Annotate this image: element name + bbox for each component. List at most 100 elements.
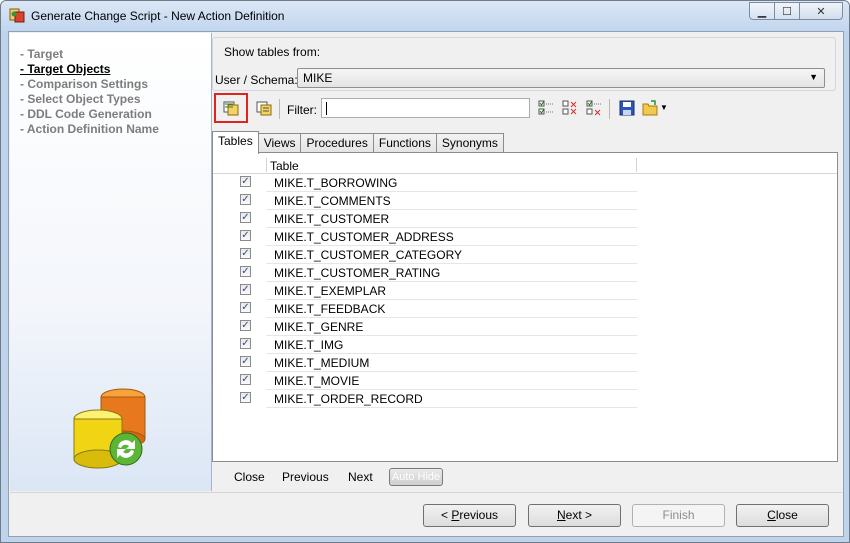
finish-button[interactable]: Finish xyxy=(632,504,725,527)
autohide-close-button[interactable]: Close xyxy=(234,470,265,484)
row-checkbox[interactable]: ✓ xyxy=(240,338,251,349)
close-button[interactable]: Close xyxy=(736,504,829,527)
previous-label: revious xyxy=(459,508,499,522)
open-folder-icon[interactable] xyxy=(642,100,658,116)
row-checkbox[interactable]: ✓ xyxy=(240,320,251,331)
database-sync-icon xyxy=(73,388,146,469)
table-name: MIKE.T_MEDIUM xyxy=(274,356,370,370)
table-row[interactable]: ✓ MIKE.T_EXEMPLAR xyxy=(213,282,637,300)
tab-procedures[interactable]: Procedures xyxy=(300,133,374,153)
table-name: MIKE.T_FEEDBACK xyxy=(274,302,386,316)
table-row[interactable]: ✓ MIKE.T_FEEDBACK xyxy=(213,300,637,318)
show-views-icon[interactable] xyxy=(256,100,272,116)
step-target[interactable]: - Target xyxy=(20,47,159,62)
tab-functions[interactable]: Functions xyxy=(372,133,437,153)
close-label: lose xyxy=(775,508,798,522)
row-checkbox[interactable]: ✓ xyxy=(240,230,251,241)
object-toolbar: Filter: ▼ xyxy=(212,91,840,123)
table-name: MIKE.T_MOVIE xyxy=(274,374,360,388)
invert-selection-icon[interactable] xyxy=(586,100,602,116)
wizard-steps: - Target - Target Objects - Comparison S… xyxy=(20,47,159,137)
step-comparison-settings[interactable]: - Comparison Settings xyxy=(20,77,159,92)
table-name: MIKE.T_CUSTOMER xyxy=(274,212,390,226)
save-icon[interactable] xyxy=(619,100,635,116)
table-row[interactable]: ✓ MIKE.T_ORDER_RECORD xyxy=(213,390,637,408)
table-row[interactable]: ✓ MIKE.T_MOVIE xyxy=(213,372,637,390)
table-row[interactable]: ✓ MIKE.T_IMG xyxy=(213,336,637,354)
step-target-objects[interactable]: - Target Objects xyxy=(20,62,159,77)
row-checkbox[interactable]: ✓ xyxy=(240,248,251,259)
table-name: MIKE.T_CUSTOMER_CATEGORY xyxy=(274,248,463,262)
show-tables-icon[interactable] xyxy=(223,100,239,116)
autohide-next-button[interactable]: Next xyxy=(348,470,373,484)
table-row[interactable]: ✓ MIKE.T_BORROWING xyxy=(213,174,637,192)
object-type-tabs: Tables Views Procedures Functions Synony… xyxy=(212,131,504,154)
tables-grid[interactable]: Table ✓ MIKE.T_BORROWING ✓ MIKE.T_COMMENTS ✓… xyxy=(212,152,838,462)
toolbar-separator xyxy=(609,99,610,119)
step-ddl-code-generation[interactable]: - DDL Code Generation xyxy=(20,107,159,122)
table-name: MIKE.T_EXEMPLAR xyxy=(274,284,387,298)
column-header-table[interactable]: Table xyxy=(270,159,299,173)
table-row[interactable]: ✓ MIKE.T_CUSTOMER xyxy=(213,210,637,228)
row-checkbox[interactable]: ✓ xyxy=(240,356,251,367)
next-button[interactable]: Next > xyxy=(528,504,621,527)
minimize-button[interactable]: ▁ xyxy=(749,2,775,20)
dialog-window: Generate Change Script - New Action Defi… xyxy=(0,0,850,543)
previous-prefix: < xyxy=(440,508,452,522)
show-tables-from-group: Show tables from: User / Schema: MIKE ▼ xyxy=(212,37,836,91)
row-checkbox[interactable]: ✓ xyxy=(240,176,251,187)
tab-tables[interactable]: Tables xyxy=(212,131,259,154)
table-name: MIKE.T_BORROWING xyxy=(274,176,398,190)
row-checkbox[interactable]: ✓ xyxy=(240,392,251,403)
filter-input[interactable] xyxy=(321,98,530,118)
window-title: Generate Change Script - New Action Defi… xyxy=(31,9,285,23)
row-checkbox[interactable]: ✓ xyxy=(240,374,251,385)
table-row[interactable]: ✓ MIKE.T_CUSTOMER_RATING xyxy=(213,264,637,282)
close-window-button[interactable]: ✕ xyxy=(799,2,843,20)
uncheck-all-icon[interactable] xyxy=(562,100,578,116)
step-select-object-types[interactable]: - Select Object Types xyxy=(20,92,159,107)
schema-label: User / Schema: xyxy=(215,73,298,87)
row-checkbox[interactable]: ✓ xyxy=(240,212,251,223)
step-action-definition-name[interactable]: - Action Definition Name xyxy=(20,122,159,137)
table-row[interactable]: ✓ MIKE.T_CUSTOMER_CATEGORY xyxy=(213,246,637,264)
table-name: MIKE.T_ORDER_RECORD xyxy=(274,392,423,406)
autohide-previous-button[interactable]: Previous xyxy=(282,470,329,484)
dialog-body: - Target - Target Objects - Comparison S… xyxy=(8,31,844,537)
next-label: ext > xyxy=(565,508,593,522)
title-bar[interactable]: Generate Change Script - New Action Defi… xyxy=(1,1,849,31)
table-row[interactable]: ✓ MIKE.T_GENRE xyxy=(213,318,637,336)
row-checkbox[interactable]: ✓ xyxy=(240,194,251,205)
maximize-button[interactable]: ☐ xyxy=(774,2,800,20)
tab-views[interactable]: Views xyxy=(257,133,302,153)
table-name: MIKE.T_GENRE xyxy=(274,320,364,334)
row-checkbox[interactable]: ✓ xyxy=(240,284,251,295)
target-objects-panel: Show tables from: User / Schema: MIKE ▼ xyxy=(212,33,842,491)
schema-value: MIKE xyxy=(303,71,333,85)
column-divider xyxy=(636,158,637,172)
wizard-button-bar: < Previous Next > Finish Close xyxy=(10,492,842,536)
previous-button[interactable]: < Previous xyxy=(423,504,516,527)
auto-hide-button[interactable]: Auto Hide xyxy=(389,468,443,486)
group-label: Show tables from: xyxy=(224,45,321,59)
dropdown-arrow-icon[interactable]: ▼ xyxy=(660,103,668,112)
table-row[interactable]: ✓ MIKE.T_MEDIUM xyxy=(213,354,637,372)
schema-dropdown[interactable]: MIKE ▼ xyxy=(297,68,825,88)
app-icon xyxy=(9,8,25,23)
row-checkbox[interactable]: ✓ xyxy=(240,266,251,277)
text-caret xyxy=(326,102,327,116)
next-hotkey: N xyxy=(556,508,566,522)
tab-synonyms[interactable]: Synonyms xyxy=(435,133,504,153)
table-row[interactable]: ✓ MIKE.T_CUSTOMER_ADDRESS xyxy=(213,228,637,246)
row-checkbox[interactable]: ✓ xyxy=(240,302,251,313)
toolbar-separator xyxy=(279,99,280,119)
table-name: MIKE.T_IMG xyxy=(274,338,344,352)
table-row[interactable]: ✓ MIKE.T_COMMENTS xyxy=(213,192,637,210)
column-divider xyxy=(266,158,267,172)
grid-header: Table xyxy=(213,158,837,174)
table-name: MIKE.T_CUSTOMER_RATING xyxy=(274,266,441,280)
autohide-bar: Close Previous Next Auto Hide xyxy=(212,465,842,491)
table-name: MIKE.T_CUSTOMER_ADDRESS xyxy=(274,230,454,244)
check-all-icon[interactable] xyxy=(538,100,554,116)
chevron-down-icon: ▼ xyxy=(809,72,818,82)
